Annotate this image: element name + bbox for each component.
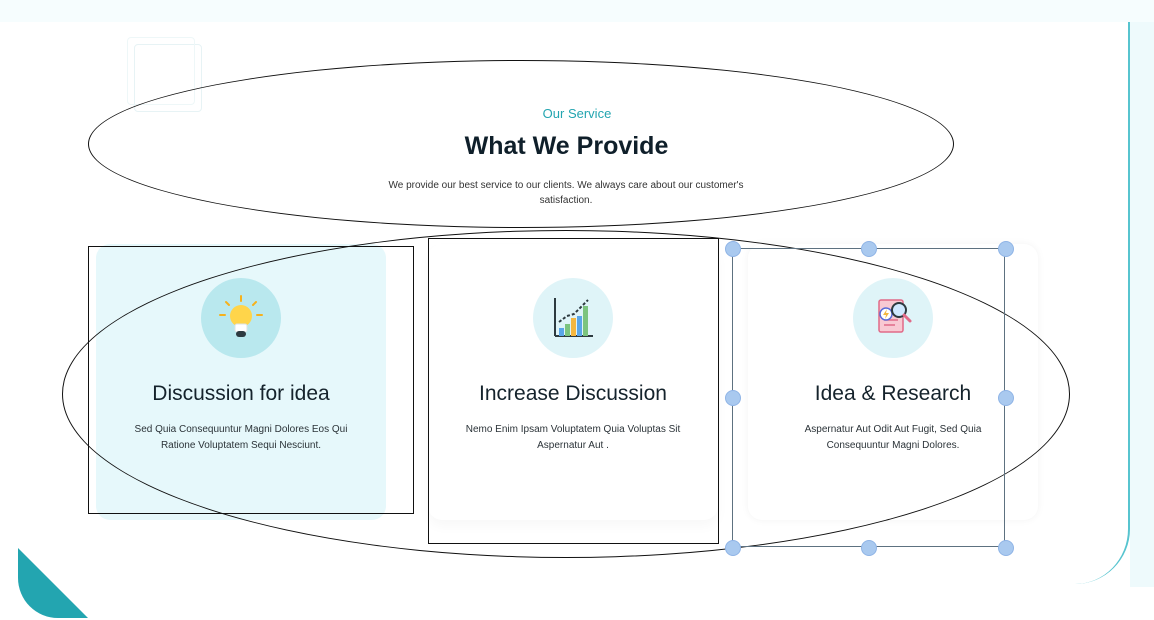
selection-frame[interactable] (732, 248, 1005, 547)
resize-handle-top-right[interactable] (998, 241, 1014, 257)
resize-handle-right[interactable] (998, 390, 1014, 406)
card-1-annotation-box (88, 246, 414, 514)
resize-handle-bottom-right[interactable] (998, 540, 1014, 556)
resize-handle-top-left[interactable] (725, 241, 741, 257)
top-strip (0, 0, 1154, 22)
resize-handle-bottom-left[interactable] (725, 540, 741, 556)
card-2-annotation-box (428, 238, 719, 544)
resize-handle-top[interactable] (861, 241, 877, 257)
header-annotation-ellipse (88, 60, 954, 228)
resize-handle-bottom[interactable] (861, 540, 877, 556)
resize-handle-left[interactable] (725, 390, 741, 406)
